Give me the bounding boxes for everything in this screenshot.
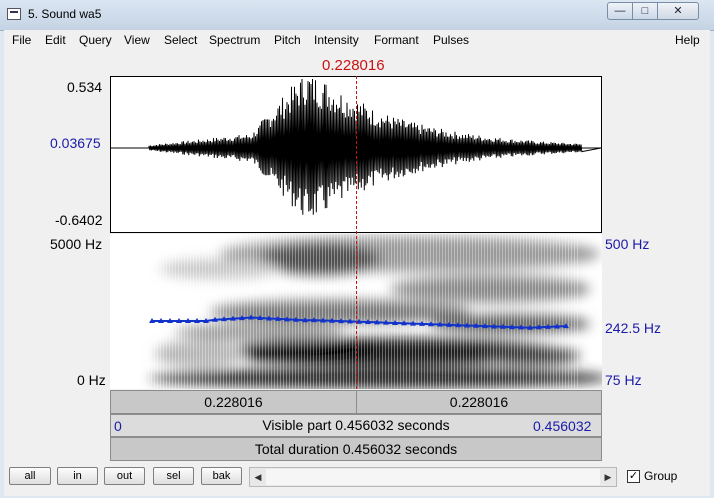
menu-edit[interactable]: Edit [45, 33, 66, 47]
title-bar[interactable]: 5. Sound wa5 — □ ✕ [0, 0, 714, 31]
pitch-mid-label: 242.5 Hz [605, 320, 662, 336]
menu-select[interactable]: Select [164, 33, 197, 47]
sound-editor-window: 5. Sound wa5 — □ ✕ File Edit Query View … [0, 0, 714, 498]
zoom-in-button[interactable]: in [57, 467, 98, 485]
wave-ymax-label: 0.534 [67, 79, 103, 95]
scroll-right-icon[interactable]: ▶ [600, 468, 616, 486]
zoom-back-button[interactable]: bak [201, 467, 242, 485]
minimize-icon: — [614, 5, 626, 17]
spec-freq-bottom-label: 0 Hz [77, 372, 106, 388]
segment-left-label: 0.228016 [204, 394, 263, 410]
group-label: Group [644, 469, 678, 483]
total-duration-label: Total duration 0.456032 seconds [254, 441, 458, 457]
spec-freq-top-label: 5000 Hz [50, 236, 103, 252]
close-icon: ✕ [673, 5, 683, 17]
window-title: 5. Sound wa5 [28, 7, 102, 21]
app-icon [7, 8, 21, 20]
total-duration-bar[interactable]: Total duration 0.456032 seconds [110, 437, 602, 461]
menu-formant[interactable]: Formant [374, 33, 419, 47]
segment-right-bar[interactable]: 0.228016 [356, 390, 602, 414]
cursor-line [356, 76, 357, 389]
horizontal-scrollbar[interactable]: ◀ ▶ [249, 467, 617, 487]
menu-pulses[interactable]: Pulses [433, 33, 469, 47]
menu-file[interactable]: File [12, 33, 31, 47]
maximize-button[interactable]: □ [632, 2, 658, 20]
cursor-time-label: 0.228016 [322, 57, 385, 74]
visible-start-label: 0 [114, 418, 122, 434]
menu-spectrum[interactable]: Spectrum [209, 33, 260, 47]
menu-bar: File Edit Query View Select Spectrum Pit… [4, 30, 710, 51]
menu-pitch[interactable]: Pitch [274, 33, 301, 47]
wave-ymin-label: -0.6402 [55, 212, 103, 228]
visible-end-label: 0.456032 [533, 418, 592, 434]
menu-query[interactable]: Query [79, 33, 112, 47]
scroll-left-icon[interactable]: ◀ [250, 468, 266, 486]
segment-right-label: 0.228016 [449, 394, 509, 410]
menu-help[interactable]: Help [675, 33, 700, 47]
visible-part-label: Visible part 0.456032 seconds [262, 417, 450, 433]
zoom-sel-button[interactable]: sel [153, 467, 194, 485]
pitch-top-label: 500 Hz [605, 236, 650, 252]
segment-left-bar[interactable]: 0.228016 [110, 390, 357, 414]
minimize-button[interactable]: — [607, 2, 633, 20]
zoom-all-button[interactable]: all [9, 467, 51, 485]
visible-part-bar[interactable]: Visible part 0.456032 seconds [110, 414, 602, 437]
group-checkbox[interactable]: ✓ [627, 470, 640, 483]
zoom-out-button[interactable]: out [104, 467, 145, 485]
pitch-bottom-label: 75 Hz [605, 372, 642, 388]
close-button[interactable]: ✕ [657, 2, 699, 20]
menu-intensity[interactable]: Intensity [314, 33, 359, 47]
scroll-thumb[interactable] [266, 469, 600, 485]
maximize-icon: □ [641, 5, 649, 17]
menu-view[interactable]: View [124, 33, 150, 47]
wave-ymid-label: 0.03675 [50, 135, 101, 151]
